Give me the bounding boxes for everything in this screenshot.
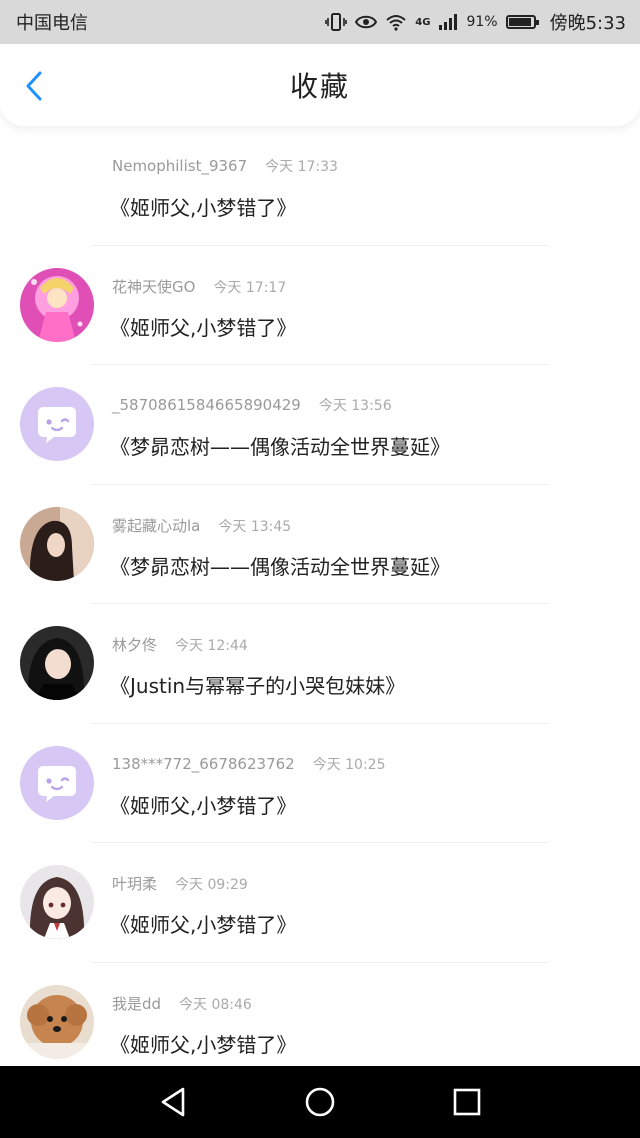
page-title: 收藏 — [289, 70, 350, 103]
story-title: 《Justin与幂幂子的小哭包妹妹》 — [110, 674, 406, 698]
item-meta: 林夕佟 今天 12:44 — [112, 634, 248, 655]
list-item[interactable]: 雾起藏心动la 今天 13:45 《梦昴恋树——偶像活动全世界蔓延》 — [0, 485, 640, 604]
status-icons: 4G 91% 傍晚5:33 — [325, 9, 626, 35]
avatar[interactable] — [20, 865, 94, 939]
avatar[interactable] — [20, 626, 94, 700]
favorites-list: Nemophilist_9367 今天 17:33 《姬师父,小梦错了》 花神天使… — [0, 126, 640, 1066]
item-meta: 138***772_6678623762 今天 10:25 — [112, 754, 386, 774]
nav-recent-button[interactable] — [447, 1082, 487, 1122]
back-triangle-icon — [162, 1087, 185, 1117]
avatar[interactable] — [20, 267, 94, 342]
username: 林夕佟 — [112, 636, 158, 654]
username: 雾起藏心动la — [112, 516, 201, 535]
username: Nemophilist_9367 — [112, 157, 248, 175]
eye-icon — [355, 14, 378, 30]
username: 138***772_6678623762 — [112, 754, 295, 773]
item-meta: 花神天使GO 今天 17:17 — [112, 276, 286, 297]
app-header: 收藏 — [0, 44, 640, 126]
timestamp: 今天 17:17 — [213, 279, 287, 296]
item-meta: _5870861584665890429 今天 13:56 — [112, 395, 392, 415]
story-title: 《姬师父,小梦错了》 — [110, 196, 297, 220]
nav-back-button[interactable] — [153, 1082, 193, 1122]
battery-percent: 91% — [466, 14, 498, 30]
story-title: 《姬师父,小梦错了》 — [110, 913, 297, 937]
list-item[interactable]: 138***772_6678623762 今天 10:25 《姬师父,小梦错了》 — [0, 724, 640, 843]
list-item[interactable]: _5870861584665890429 今天 13:56 《梦昴恋树——偶像活动… — [0, 365, 640, 485]
clock-label: 傍晚5:33 — [549, 13, 626, 34]
username: 花神天使GO — [112, 277, 196, 296]
network-label: 4G — [415, 16, 431, 28]
timestamp: 今天 13:45 — [218, 518, 292, 535]
wifi-icon — [385, 13, 407, 31]
signal-icon — [438, 14, 458, 30]
timestamp: 今天 12:44 — [175, 638, 248, 654]
story-title: 《梦昴恋树——偶像活动全世界蔓延》 — [110, 554, 450, 579]
back-button[interactable] — [18, 70, 50, 102]
list-item[interactable]: 叶玥柔 今天 09:29 《姬师父,小梦错了》 — [0, 843, 640, 963]
system-nav-bar — [0, 1066, 640, 1138]
recent-square-icon — [453, 1088, 480, 1116]
story-title: 《姬师父,小梦错了》 — [110, 1032, 297, 1057]
list-item[interactable]: 林夕佟 今天 12:44 《Justin与幂幂子的小哭包妹妹》 — [0, 604, 640, 724]
list-item[interactable]: Nemophilist_9367 今天 17:33 《姬师父,小梦错了》 — [0, 126, 640, 246]
item-meta: 叶玥柔 今天 09:29 — [112, 873, 248, 894]
status-bar: 中国电信 4G 91% 傍晚5:33 — [0, 0, 640, 44]
timestamp: 今天 08:46 — [179, 996, 252, 1013]
carrier-label: 中国电信 — [16, 13, 88, 34]
chevron-left-icon — [26, 71, 42, 101]
avatar[interactable] — [20, 387, 94, 461]
timestamp: 今天 10:25 — [312, 756, 386, 773]
item-meta: 雾起藏心动la 今天 13:45 — [112, 515, 291, 536]
timestamp: 今天 09:29 — [175, 877, 248, 893]
username: _5870861584665890429 — [112, 396, 301, 414]
item-meta: 我是dd 今天 08:46 — [112, 993, 252, 1014]
battery-icon — [505, 15, 539, 29]
story-title: 《姬师父,小梦错了》 — [110, 793, 297, 818]
home-circle-icon — [305, 1087, 335, 1117]
timestamp: 今天 13:56 — [318, 398, 392, 414]
story-title: 《梦昴恋树——偶像活动全世界蔓延》 — [110, 435, 450, 459]
avatar[interactable] — [20, 984, 94, 1059]
username: 我是dd — [112, 994, 162, 1013]
avatar[interactable] — [20, 506, 94, 581]
list-item[interactable]: 我是dd 今天 08:46 《姬师父,小梦错了》 — [0, 963, 640, 1067]
username: 叶玥柔 — [112, 875, 158, 893]
vibrate-icon — [325, 13, 348, 31]
timestamp: 今天 17:33 — [265, 159, 338, 175]
item-meta: Nemophilist_9367 今天 17:33 — [112, 156, 338, 176]
list-item[interactable]: 花神天使GO 今天 17:17 《姬师父,小梦错了》 — [0, 246, 640, 365]
story-title: 《姬师父,小梦错了》 — [110, 315, 297, 340]
avatar[interactable] — [20, 745, 94, 820]
nav-home-button[interactable] — [300, 1082, 340, 1122]
